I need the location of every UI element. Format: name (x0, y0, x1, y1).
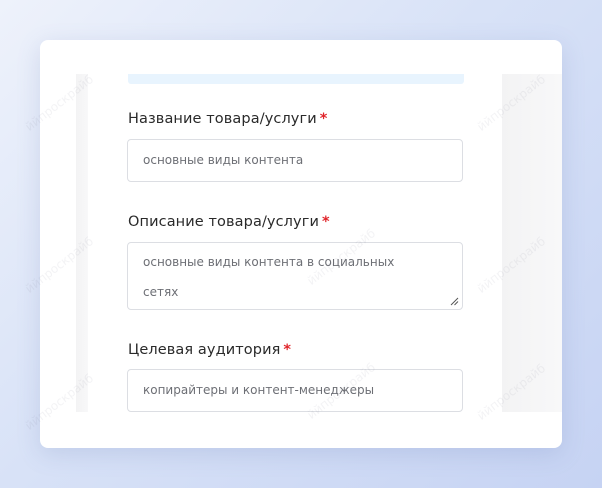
product-name-value: основные виды контента (143, 153, 304, 167)
product-name-input[interactable]: основные виды контента (127, 139, 463, 182)
target-audience-label: Целевая аудитория * (128, 342, 291, 358)
product-description-label-text: Описание товара/услуги (128, 214, 319, 230)
left-side-panel (76, 74, 88, 412)
required-asterisk: * (319, 111, 328, 127)
resize-handle-icon[interactable] (450, 297, 459, 306)
target-audience-value: копирайтеры и контент-менеджеры (143, 383, 375, 397)
product-name-label: Название товара/услуги * (128, 111, 327, 127)
target-audience-label-text: Целевая аудитория (128, 342, 281, 358)
product-description-value: основные виды контента в социальных сетя… (143, 255, 395, 299)
form-card: Название товара/услуги * основные виды ко… (40, 40, 562, 448)
target-audience-input[interactable]: копирайтеры и контент-менеджеры (127, 369, 463, 412)
required-asterisk: * (283, 342, 292, 358)
product-name-label-text: Название товара/услуги (128, 111, 317, 127)
right-side-panel (502, 74, 562, 412)
product-description-label: Описание товара/услуги * (128, 214, 330, 230)
required-asterisk: * (321, 214, 330, 230)
product-description-textarea[interactable]: основные виды контента в социальных сетя… (127, 242, 463, 310)
info-bar (128, 74, 464, 84)
